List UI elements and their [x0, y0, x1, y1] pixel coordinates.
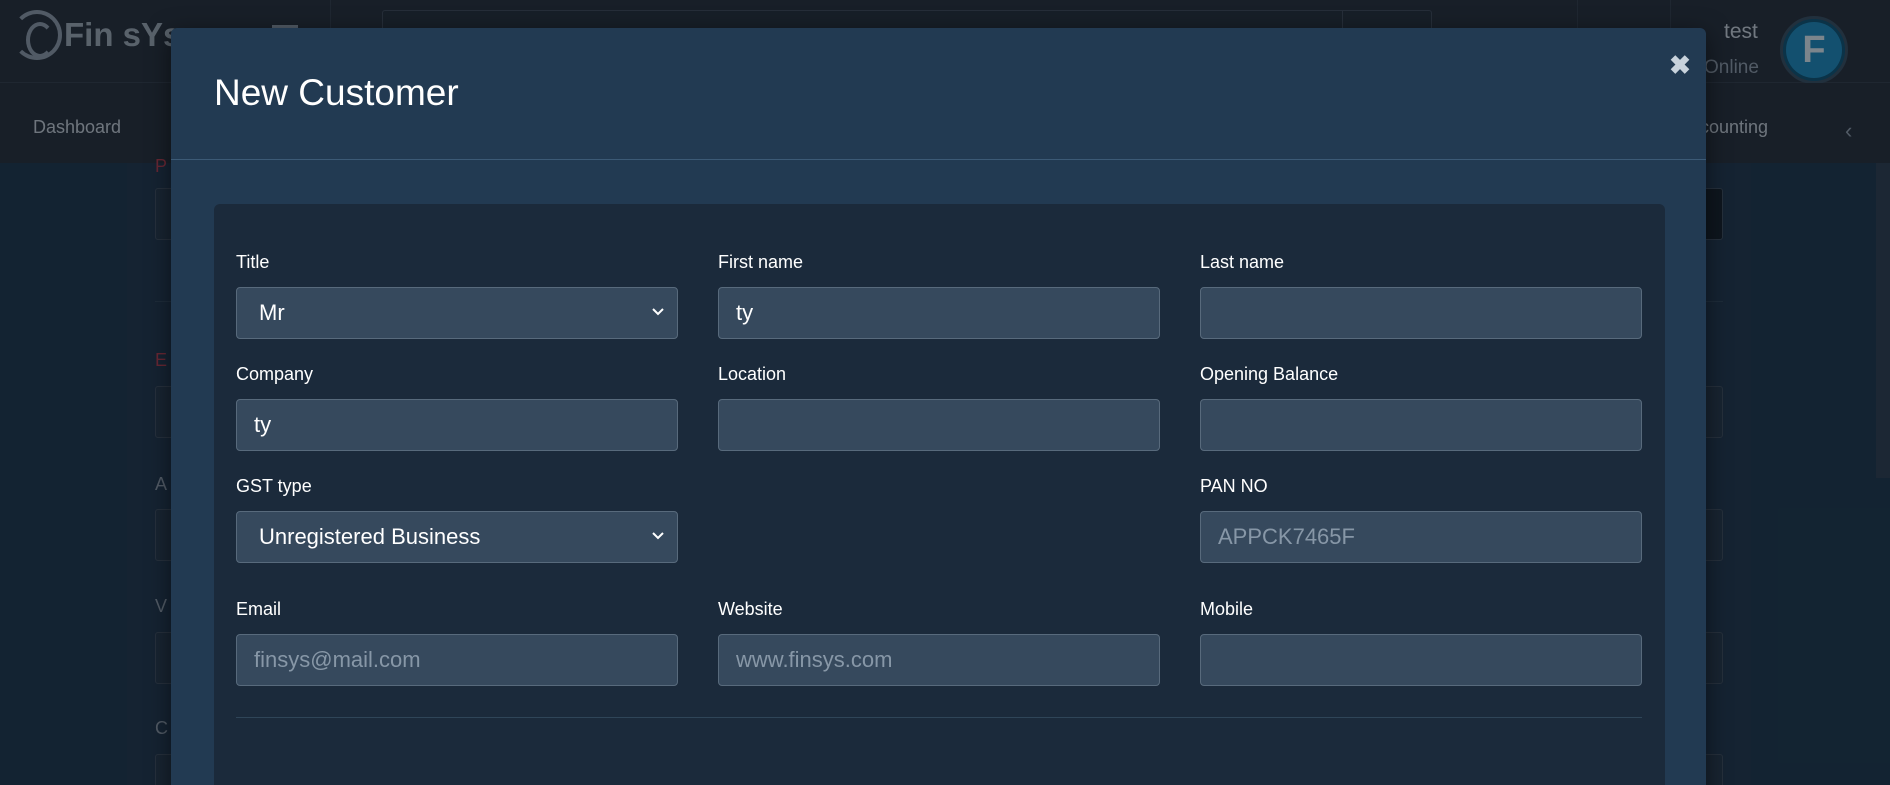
mobile-label: Mobile — [1200, 599, 1254, 619]
company-field[interactable] — [236, 399, 678, 451]
modal-header: New Customer ✖ — [171, 28, 1706, 160]
first-name-field[interactable] — [718, 287, 1160, 339]
gst-type-select[interactable]: Unregistered Business — [236, 511, 678, 563]
title-select-value: Mr — [259, 300, 285, 325]
website-field[interactable] — [718, 634, 1160, 686]
location-label: Location — [718, 364, 787, 384]
company-label: Company — [236, 364, 314, 384]
form-divider — [236, 717, 1642, 718]
pan-no-field[interactable] — [1200, 511, 1642, 563]
mobile-field[interactable] — [1200, 634, 1642, 686]
opening-balance-field[interactable] — [1200, 399, 1642, 451]
last-name-label: Last name — [1200, 252, 1285, 272]
chevron-down-icon — [652, 532, 664, 540]
website-label: Website — [718, 599, 783, 619]
close-icon[interactable]: ✖ — [1665, 50, 1695, 80]
title-label: Title — [236, 252, 270, 272]
first-name-label: First name — [718, 252, 804, 272]
email-field[interactable] — [236, 634, 678, 686]
last-name-field[interactable] — [1200, 287, 1642, 339]
opening-balance-label: Opening Balance — [1200, 364, 1339, 384]
location-field[interactable] — [718, 399, 1160, 451]
pan-no-label: PAN NO — [1200, 476, 1268, 496]
modal-title: New Customer — [214, 72, 459, 113]
chevron-down-icon — [652, 308, 664, 316]
gst-type-select-value: Unregistered Business — [259, 524, 481, 549]
email-label: Email — [236, 599, 282, 619]
gst-type-label: GST type — [236, 476, 312, 496]
title-select[interactable]: Mr — [236, 287, 678, 339]
